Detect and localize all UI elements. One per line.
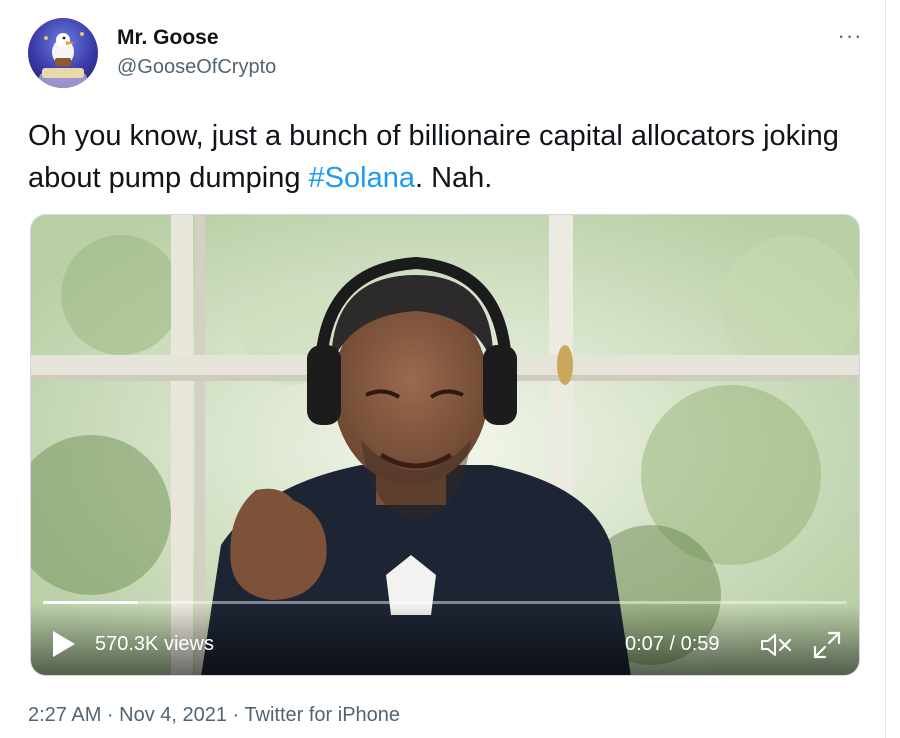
hashtag-link[interactable]: #Solana [309, 162, 415, 194]
avatar-goose-icon [39, 32, 87, 88]
view-count: 570.3K views [95, 633, 214, 655]
author-name[interactable]: Mr. Goose [117, 26, 219, 50]
play-button[interactable] [51, 629, 77, 659]
fullscreen-button[interactable] [811, 629, 843, 661]
tweet-timestamp[interactable]: 2:27 AM · Nov 4, 2021 · Twitter for iPho… [28, 704, 400, 727]
video-player[interactable]: 570.3K views 0:07 / 0:59 [30, 214, 860, 676]
mute-button[interactable] [759, 631, 793, 659]
video-progress-fill [43, 601, 138, 604]
tweet-card: Mr. Goose @GooseOfCrypto ··· Oh you know… [0, 0, 886, 738]
video-progress-bar[interactable] [43, 601, 847, 604]
tweet-text-tail: . Nah. [414, 162, 493, 194]
author-handle[interactable]: @GooseOfCrypto [117, 56, 276, 79]
more-options-icon[interactable]: ··· [835, 24, 865, 48]
play-icon [53, 631, 75, 657]
tweet-text: Oh you know, just a bunch of billionaire… [28, 115, 858, 199]
avatar[interactable] [28, 18, 98, 88]
video-time: 0:07 / 0:59 [625, 633, 720, 655]
muted-speaker-icon [761, 634, 792, 656]
fullscreen-icon [813, 631, 841, 659]
